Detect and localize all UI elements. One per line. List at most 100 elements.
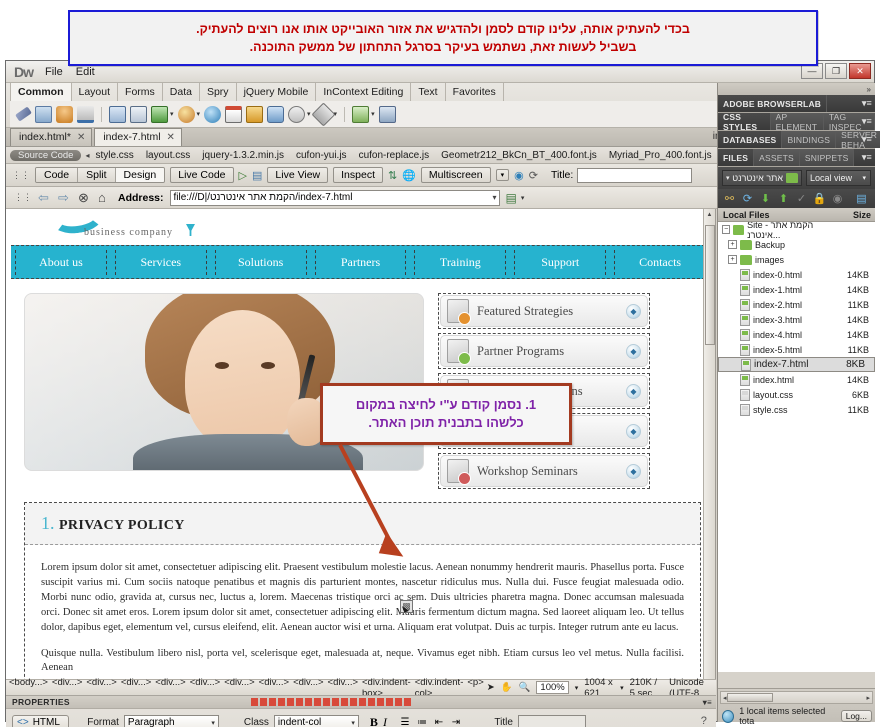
css-panel-header[interactable]: CSS STYLES AP ELEMENT TAG INSPEC ▾≡ — [718, 112, 875, 132]
globe-icon[interactable]: 🌐 — [402, 169, 416, 182]
tab-css-styles[interactable]: CSS STYLES — [718, 112, 771, 132]
live-code-button[interactable]: Live Code — [170, 167, 234, 183]
media-chevron-down-icon[interactable]: ▾ — [197, 110, 201, 118]
related-file-cufon-yui[interactable]: cufon-yui.js — [296, 150, 347, 161]
window-size-chevron-down-icon[interactable]: ▾ — [620, 684, 624, 692]
insert-tab-common[interactable]: Common — [10, 82, 72, 101]
date-icon[interactable] — [225, 105, 243, 123]
synchronize-icon[interactable]: ◉ — [831, 192, 844, 205]
tab-snippets[interactable]: SNIPPETS — [799, 149, 855, 166]
live-view-options-icon[interactable]: ▤ — [252, 169, 262, 182]
insert-tab-text[interactable]: Text — [411, 83, 446, 101]
arrow-icon[interactable]: ◆ — [626, 423, 641, 439]
scrollbar-thumb[interactable] — [726, 693, 773, 702]
check-out-icon[interactable]: ✓ — [795, 192, 808, 205]
live-view-button[interactable]: Live View — [267, 167, 329, 183]
arrow-icon[interactable]: ◆ — [626, 463, 641, 479]
table-icon[interactable] — [109, 105, 126, 123]
tree-row-index-5[interactable]: index-5.html 11KB — [718, 342, 875, 357]
menu-item-file[interactable]: File — [43, 65, 65, 79]
nav-item-support[interactable]: Support — [514, 249, 607, 275]
tab-adobe-browserlab[interactable]: ADOBE BROWSERLAB — [718, 95, 828, 112]
nav-item-training[interactable]: Training — [414, 249, 507, 275]
files-toolbar[interactable]: ⚯ ⟳ ⬇ ⬆ ✓ 🔒 ◉ ▤ — [718, 189, 875, 208]
outdent-icon[interactable]: ⇤ — [432, 716, 446, 727]
insert-tab-layout[interactable]: Layout — [72, 83, 119, 101]
page-title-input[interactable] — [577, 167, 693, 183]
insert-tab-data[interactable]: Data — [163, 83, 200, 101]
expand-toggle-icon[interactable]: + — [728, 255, 737, 264]
tree-row-style-css[interactable]: style.css 11KB — [718, 402, 875, 417]
inspect-mode-icon[interactable]: ⇅ — [388, 169, 397, 182]
design-view-scrollbar[interactable]: ▲ — [703, 209, 715, 679]
tree-row-images[interactable]: + images — [718, 252, 875, 267]
inspect-arrows-icon[interactable]: ▷ — [239, 169, 247, 182]
related-file-jquery[interactable]: jquery-1.3.2.min.js — [202, 150, 284, 161]
head-icon[interactable] — [288, 105, 306, 123]
help-icon[interactable]: ? — [701, 715, 710, 727]
unordered-list-icon[interactable]: ☰ — [398, 716, 412, 727]
list-item[interactable]: Featured Strategies ◆ — [438, 293, 650, 329]
log-button[interactable]: Log... — [840, 710, 872, 722]
html-css-toggle[interactable]: <> HTML ▤ CSS — [12, 715, 69, 727]
tree-row-backup[interactable]: + Backup — [718, 237, 875, 252]
panel-menu-icon[interactable]: ▾≡ — [703, 698, 712, 707]
close-icon[interactable]: ✕ — [77, 132, 85, 143]
class-select[interactable]: indent-col ▾ — [273, 715, 359, 727]
tree-row-layout-css[interactable]: layout.css 6KB — [718, 387, 875, 402]
site-navigation[interactable]: About us Services Solutions Partners Tra… — [11, 245, 710, 279]
media-icon[interactable] — [177, 105, 195, 123]
zoom-chevron-down-icon[interactable]: ▾ — [575, 684, 579, 692]
split-view-button[interactable]: Split — [78, 168, 116, 182]
tree-row-index-4[interactable]: index-4.html 14KB — [718, 327, 875, 342]
connect-icon[interactable]: ⚯ — [723, 192, 736, 205]
scroll-right-icon[interactable]: ▸ — [866, 694, 870, 702]
html-properties-button[interactable]: <> HTML — [12, 715, 69, 727]
related-file-cufon-replace[interactable]: cufon-replace.js — [359, 150, 430, 161]
tab-ap-elements[interactable]: AP ELEMENT — [770, 112, 824, 132]
home-icon[interactable]: ⌂ — [98, 190, 112, 205]
tree-row-site[interactable]: − Site - הקמת אתר אינטרנ... — [718, 222, 875, 240]
chevron-down-icon[interactable]: ▾ — [493, 193, 497, 202]
refresh-icon[interactable]: ⟳ — [741, 192, 754, 205]
hyperlink-icon[interactable] — [15, 106, 32, 122]
doc-tab-index-7-html[interactable]: index-7.html ✕ — [94, 128, 182, 146]
related-file-myriad-pro[interactable]: Myriad_Pro_400.font.js — [609, 150, 712, 161]
related-files-scroll-left-icon[interactable]: ◂ — [85, 151, 89, 160]
refresh-icon[interactable]: ⟳ — [529, 169, 538, 182]
panel-menu-icon[interactable]: ▾≡ — [862, 116, 872, 127]
indent-icon[interactable]: ⇥ — [449, 716, 463, 727]
back-icon[interactable]: ⇦ — [38, 190, 52, 205]
put-files-icon[interactable]: ⬆ — [777, 192, 790, 205]
nav-item-partners[interactable]: Partners — [314, 249, 407, 275]
chevron-down-icon[interactable]: ▾ — [726, 174, 730, 182]
chevron-down-icon[interactable]: ▾ — [862, 174, 866, 182]
tab-databases[interactable]: DATABASES — [718, 131, 783, 148]
view-mode-group[interactable]: Code Split Design — [35, 167, 166, 183]
tag-chooser-icon[interactable] — [378, 105, 396, 123]
close-button[interactable]: ✕ — [849, 63, 871, 79]
related-file-layout-css[interactable]: layout.css — [146, 150, 190, 161]
zoom-level[interactable]: 100% — [536, 681, 569, 694]
files-panel-header[interactable]: FILES ASSETS SNIPPETS ▾≡ — [718, 149, 875, 166]
chevron-down-icon[interactable]: ▾ — [211, 719, 215, 727]
related-file-geometr212[interactable]: Geometr212_BkCn_BT_400.font.js — [441, 150, 597, 161]
horizontal-rule-icon[interactable] — [77, 105, 94, 123]
title-input[interactable] — [517, 715, 586, 727]
menu-bar[interactable]: File Edit — [43, 65, 97, 79]
nav-item-services[interactable]: Services — [114, 249, 207, 275]
widget-icon[interactable] — [204, 105, 222, 123]
tab-files[interactable]: FILES — [718, 149, 755, 166]
nav-item-contacts[interactable]: Contacts — [614, 249, 707, 275]
site-select[interactable]: אתר אינטרנט ▾ — [722, 170, 802, 186]
expand-panel-icon[interactable]: ▤ — [855, 192, 868, 205]
panel-menu-icon[interactable]: ▾≡ — [862, 152, 872, 163]
inspect-button[interactable]: Inspect — [333, 167, 383, 183]
comment-icon[interactable] — [267, 105, 285, 123]
zoom-tool-icon[interactable]: 🔍 — [519, 682, 531, 693]
ordered-list-icon[interactable]: ≔ — [415, 716, 429, 727]
list-format-buttons[interactable]: ☰ ≔ ⇤ ⇥ — [398, 716, 463, 727]
nav-item-solutions[interactable]: Solutions — [214, 249, 307, 275]
template-icon[interactable] — [352, 105, 370, 123]
addressbar-grip[interactable]: ⋮⋮ — [14, 192, 32, 203]
